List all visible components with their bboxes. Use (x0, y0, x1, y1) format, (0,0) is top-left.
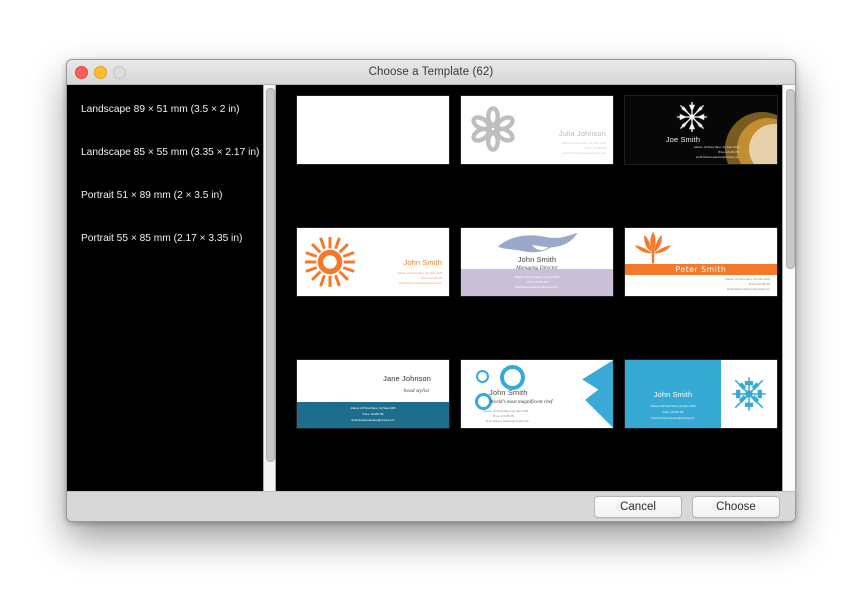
template-phone: Phone: 123-456-789 (749, 283, 770, 286)
template-email: Email: firstname.lastname@company.com (399, 282, 442, 285)
template-card-john-circles-chef[interactable]: John Smith World's most magnificent chef… (461, 360, 613, 428)
template-address: Address: 123 Street Name, City State 123… (396, 272, 442, 275)
sunburst-icon (305, 237, 355, 287)
zoom-button[interactable] (113, 65, 126, 79)
choose-template-window: Choose a Template (62) Landscape 89 × 51… (66, 59, 796, 522)
close-button[interactable] (75, 65, 88, 79)
template-address: Address: 123 Street Name, City State 123… (560, 142, 606, 145)
template-name: John Smith (653, 390, 693, 399)
template-phone: Phone: 123-456-789 (526, 281, 548, 284)
template-email: Email: firstname.lastname@company.com (486, 420, 529, 423)
minimize-button[interactable] (94, 65, 107, 79)
blue-wedge-shape (582, 360, 613, 428)
template-grid-scrollbar[interactable] (782, 85, 795, 491)
template-email: Email: firstname.lastname@company.com (651, 417, 695, 420)
template-address: Address: 123 Street Name, City State 123… (650, 405, 696, 408)
template-email: Email: firstname.lastname@company.com (727, 288, 770, 291)
template-email: Email: firstname.lastname@company.com (515, 286, 559, 289)
sidebar-item-portrait-51x89[interactable]: Portrait 51 × 89 mm (2 × 3.5 in) (75, 185, 263, 206)
template-card-peter-lotus[interactable]: Peter Smith Address: 123 Street Name, Ci… (625, 228, 777, 296)
sidebar-item-portrait-55x85[interactable]: Portrait 55 × 85 mm (2.17 × 3.35 in) (75, 228, 263, 249)
template-address: Address: 123 Street Name, City State 123… (693, 146, 739, 149)
window-title: Choose a Template (62) (368, 66, 494, 78)
window-content: Landscape 89 × 51 mm (3.5 × 2 in) Landsc… (67, 85, 795, 491)
snowflake-icon (677, 102, 707, 132)
template-email: Email: firstname.lastname@company.com (351, 419, 395, 422)
template-grid-panel: Julia Johnson Address: 123 Street Name, … (276, 85, 795, 491)
template-name: John Smith (403, 258, 442, 267)
circle-small-icon (476, 370, 489, 383)
lotus-icon (634, 231, 672, 264)
snowflake-icon (732, 377, 766, 411)
dialog-footer: Cancel Choose (67, 491, 795, 521)
template-card-john-blue-split-snowflake[interactable]: John Smith Address: 123 Street Name, Cit… (625, 360, 777, 428)
template-phone: Phone: 123-456-789 (662, 411, 684, 414)
template-card-jane-teal[interactable]: Jane Johnson head stylist Address: 123 S… (297, 360, 449, 428)
sidebar-scrollbar[interactable] (263, 85, 276, 491)
template-address: Address: 123 Street Name, City State 123… (724, 278, 770, 281)
window-titlebar: Choose a Template (62) (67, 60, 795, 85)
template-card-john-sunburst[interactable]: John Smith Address: 123 Street Name, Cit… (297, 228, 449, 296)
template-card-julia-flower[interactable]: Julia Johnson Address: 123 Street Name, … (461, 96, 613, 164)
template-card-blank[interactable] (297, 96, 449, 164)
template-name: Joe Smith (665, 135, 701, 144)
feather-icon (497, 232, 578, 253)
template-address: Address: 123 Street Name, City State 123… (483, 410, 529, 413)
template-address: Address: 123 Street Name, City State 123… (350, 407, 396, 410)
template-category-sidebar: Landscape 89 × 51 mm (3.5 × 2 in) Landsc… (67, 85, 263, 491)
cancel-button[interactable]: Cancel (594, 496, 682, 518)
template-grid-scrollbar-thumb[interactable] (786, 89, 795, 269)
template-phone: Phone: 123-456-789 (421, 277, 442, 280)
template-grid: Julia Johnson Address: 123 Street Name, … (297, 96, 777, 428)
template-subtitle: Managing Director (516, 265, 558, 271)
template-phone: Phone: 123-456-789 (718, 151, 739, 154)
choose-button[interactable]: Choose (692, 496, 780, 518)
circle-large-icon (500, 365, 525, 390)
template-subtitle: head stylist (403, 388, 429, 394)
sidebar-item-landscape-85x55[interactable]: Landscape 85 × 55 mm (3.35 × 2.17 in) (75, 142, 263, 163)
template-email: Email: firstname.lastname@company.com (563, 152, 606, 155)
sidebar-scrollbar-thumb[interactable] (266, 88, 275, 462)
template-card-joe-snowflake-dark[interactable]: Joe Smith Address: 123 Street Name, City… (625, 96, 777, 164)
template-name: Peter Smith (675, 265, 727, 274)
template-name: John Smith (489, 388, 528, 397)
template-phone: Phone: 123-456-789 (585, 147, 606, 150)
template-phone: Phone: 123-456-789 (362, 413, 384, 416)
flower-icon (471, 106, 515, 152)
sidebar-item-landscape-89x51[interactable]: Landscape 89 × 51 mm (3.5 × 2 in) (75, 99, 263, 120)
template-address: Address: 123 Street Name, City State 123… (514, 276, 560, 279)
template-name: Jane Johnson (383, 374, 431, 383)
template-subtitle: World's most magnificent chef (490, 399, 553, 405)
template-phone: Phone: 123-456-789 (493, 415, 514, 418)
window-controls (75, 60, 126, 84)
template-name: Julia Johnson (558, 129, 606, 138)
template-name: John Smith (517, 255, 557, 264)
template-email: Email: firstname.lastname@company.com (696, 156, 739, 159)
template-card-john-feather-lavender[interactable]: John Smith Managing Director Address: 12… (461, 228, 613, 296)
